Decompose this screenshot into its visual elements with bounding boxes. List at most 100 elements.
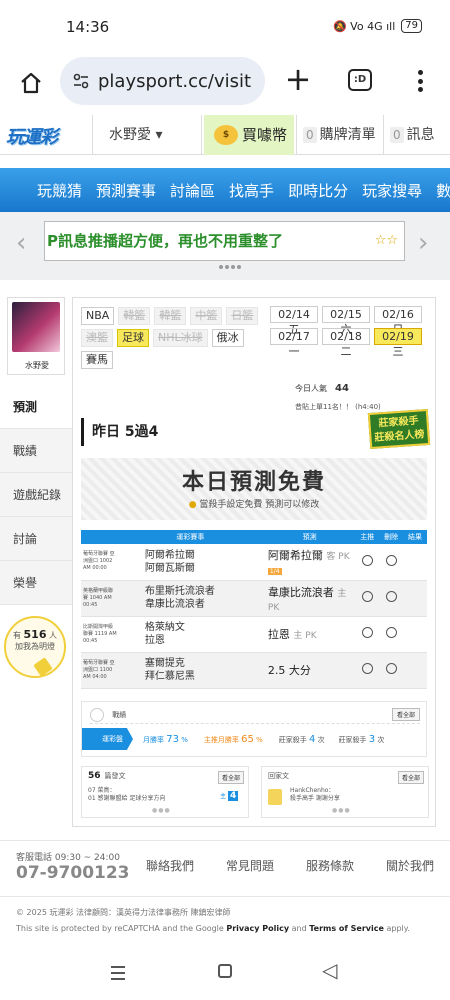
footer-link-terms[interactable]: 服務條款: [306, 857, 354, 874]
announcement-banner[interactable]: P訊息推播超方便，再也不用重整了 ☆☆: [44, 221, 405, 261]
record-stats: 運彩盤 月勝率 73 % 主推月勝率 65 % 莊家殺手 4 次 莊家殺手 3 …: [82, 728, 426, 750]
nav-item-player-search[interactable]: 玩家搜尋: [362, 180, 422, 201]
match-teams: 格萊納文 拉恩: [116, 616, 264, 653]
buy-coin-label: 買噱幣: [242, 126, 288, 144]
user-dropdown[interactable]: 水野愛 ▾: [92, 115, 202, 155]
replies-box: 回家文 看全部 HankChenho： 殺手高手 謝謝分享 ●●●: [261, 766, 429, 818]
footer-link-about[interactable]: 關於我們: [386, 857, 434, 874]
tab-record[interactable]: 戰績: [0, 429, 72, 473]
main-pick-radio[interactable]: [355, 580, 380, 617]
record-title: 戰績: [112, 711, 127, 719]
main-pick-radio[interactable]: [355, 544, 380, 581]
clock: 14:36: [66, 18, 110, 36]
stat-killer-count-2: 莊家殺手 3 次: [338, 733, 385, 745]
main-pick-radio[interactable]: [355, 652, 380, 689]
profile-username: 水野愛: [25, 361, 49, 370]
nav-item-data[interactable]: 數據: [436, 180, 450, 201]
league-chip[interactable]: 俄冰: [211, 329, 244, 347]
match-league: 葡萄牙聯賽 亞洲盤口 1100 AM 04:00: [81, 652, 117, 689]
max-views: 昔貼上單11名！！ (h4:40): [295, 403, 381, 411]
date-button[interactable]: 02/18 二: [322, 328, 370, 358]
messages-button[interactable]: 0 訊息: [383, 115, 450, 155]
site-logo[interactable]: 玩運彩: [6, 123, 70, 148]
record-more-button[interactable]: 看全部: [391, 708, 420, 721]
table-row: 葡萄牙聯賽 亞洲盤口 1100 AM 04:00 塞爾提克 拜仁慕尼黑 2.5 大…: [81, 652, 427, 689]
site-settings-icon[interactable]: [72, 72, 90, 90]
terms-of-service-link[interactable]: Terms of Service: [309, 924, 384, 933]
service-hours: 客服電話 09:30 ~ 24:00: [16, 853, 120, 863]
today-views-count: 44: [335, 383, 349, 394]
match-league: 葡萄牙聯賽 亞洲盤口 1002 AM 00:00: [81, 544, 117, 581]
col-match: 運彩賽事: [116, 530, 264, 544]
new-tab-button[interactable]: +: [282, 62, 314, 96]
cart-button[interactable]: 0 購牌清單: [296, 115, 382, 155]
buy-coin-button[interactable]: $ 買噱幣: [204, 115, 294, 155]
table-header-row: 運彩賽事 預測 主推 刪除 結果: [81, 530, 427, 544]
date-button[interactable]: 02/15 六: [322, 306, 370, 336]
status-bar: 14:36 🔕 Vo 4G ıll 79: [0, 0, 450, 56]
announcement-carousel: ‹ P訊息推播超方便，再也不用重整了 ☆☆ ›: [0, 212, 450, 280]
address-bar[interactable]: playsport.cc/visit: [60, 57, 265, 105]
stat-main-month-rate: 主推月勝率 65 %: [203, 733, 263, 745]
copyright: © 2025 玩運彩 法律顧問：漢英得力法律事務所 陳鎮宏律師: [16, 908, 231, 917]
reply-item[interactable]: HankChenho： 殺手高手 謝謝分享: [290, 787, 340, 803]
league-chip[interactable]: 賽馬: [81, 351, 113, 369]
nav-item-experts[interactable]: 找高手: [229, 180, 274, 201]
replies-more-button[interactable]: 看全部: [397, 771, 424, 784]
tab-game-log[interactable]: 遊戲紀錄: [0, 473, 72, 517]
user-name: 水野愛: [109, 127, 151, 143]
delete-radio[interactable]: [379, 616, 404, 653]
league-filter: NBA 韓籃 韓籃 中籃 日籃 澳籃 足球 NHL冰球 俄冰 賽馬: [81, 307, 259, 369]
carousel-prev-icon[interactable]: ‹: [16, 228, 26, 258]
battery-icon: 79: [401, 19, 422, 33]
back-button[interactable]: ◁: [322, 958, 337, 982]
date-button[interactable]: 02/14 五: [270, 306, 318, 336]
nav-item-guess[interactable]: 玩競猜: [37, 180, 82, 201]
stat-month-rate: 月勝率 73 %: [143, 733, 188, 745]
delete-radio[interactable]: [379, 580, 404, 617]
delete-radio[interactable]: [379, 652, 404, 689]
nav-item-livescore[interactable]: 即時比分: [288, 180, 348, 201]
league-chip[interactable]: 足球: [117, 329, 149, 347]
tab-switcher-button[interactable]: :D: [348, 69, 372, 91]
posts-title: 56 篇發文: [88, 771, 126, 781]
privacy-policy-link[interactable]: Privacy Policy: [226, 924, 289, 933]
date-button[interactable]: 02/17 一: [270, 328, 318, 358]
record-tab-lottery[interactable]: 運彩盤: [82, 728, 133, 750]
home-button[interactable]: [14, 66, 48, 100]
service-phone[interactable]: 07-9700123: [16, 863, 130, 883]
carousel-next-icon[interactable]: ›: [418, 228, 428, 258]
free-prediction-banner: 本日預測免費 ● 當殺手設定免費 預測可以修改: [81, 458, 427, 520]
post-item[interactable]: 07 菜鳥： 01 感謝聯盟給 足球分享方向: [88, 787, 165, 803]
main-pick-radio[interactable]: [355, 616, 380, 653]
delete-radio[interactable]: [379, 544, 404, 581]
banner-subtitle: ● 當殺手設定免費 預測可以修改: [188, 500, 320, 510]
home-nav-button[interactable]: [218, 964, 232, 978]
tab-predict[interactable]: 預測: [0, 385, 72, 429]
league-chip: 中籃: [190, 307, 223, 325]
tab-discussion[interactable]: 討論: [0, 517, 72, 561]
footer-link-contact[interactable]: 聯絡我們: [146, 857, 194, 874]
browser-menu-button[interactable]: [410, 66, 430, 96]
killer-badge: 莊家殺手 莊殺名人榜: [367, 408, 431, 450]
col-league: [81, 530, 117, 544]
footer-link-faq[interactable]: 常見問題: [226, 857, 274, 874]
today-views: 今日人氣 44: [295, 383, 349, 394]
result-cell: [403, 544, 427, 581]
nav-item-forum[interactable]: 討論區: [170, 180, 215, 201]
match-pick: 韋康比流浪者 主 PK: [263, 580, 356, 617]
league-chip: 韓籃: [118, 307, 151, 325]
league-chip[interactable]: NBA: [81, 307, 115, 325]
date-button[interactable]: 02/16 日: [374, 306, 422, 336]
league-chip: 韓籃: [154, 307, 187, 325]
tab-honors[interactable]: 榮譽: [0, 561, 72, 605]
profile-card[interactable]: 水野愛: [7, 297, 65, 375]
recents-button[interactable]: [111, 966, 125, 980]
url-text: playsport.cc/visit: [98, 70, 252, 92]
nav-item-predict[interactable]: 預測賽事: [96, 180, 156, 201]
date-button[interactable]: 02/19 三: [374, 328, 422, 358]
date-picker: 02/14 五 02/15 六 02/16 日 02/17 一 02/18 二 …: [270, 306, 426, 358]
status-icons: 🔕 Vo 4G ıll 79: [333, 19, 422, 33]
match-pick: 阿爾希拉爾 客 PK 1/4: [263, 544, 356, 581]
posts-more-button[interactable]: 看全部: [217, 771, 244, 784]
